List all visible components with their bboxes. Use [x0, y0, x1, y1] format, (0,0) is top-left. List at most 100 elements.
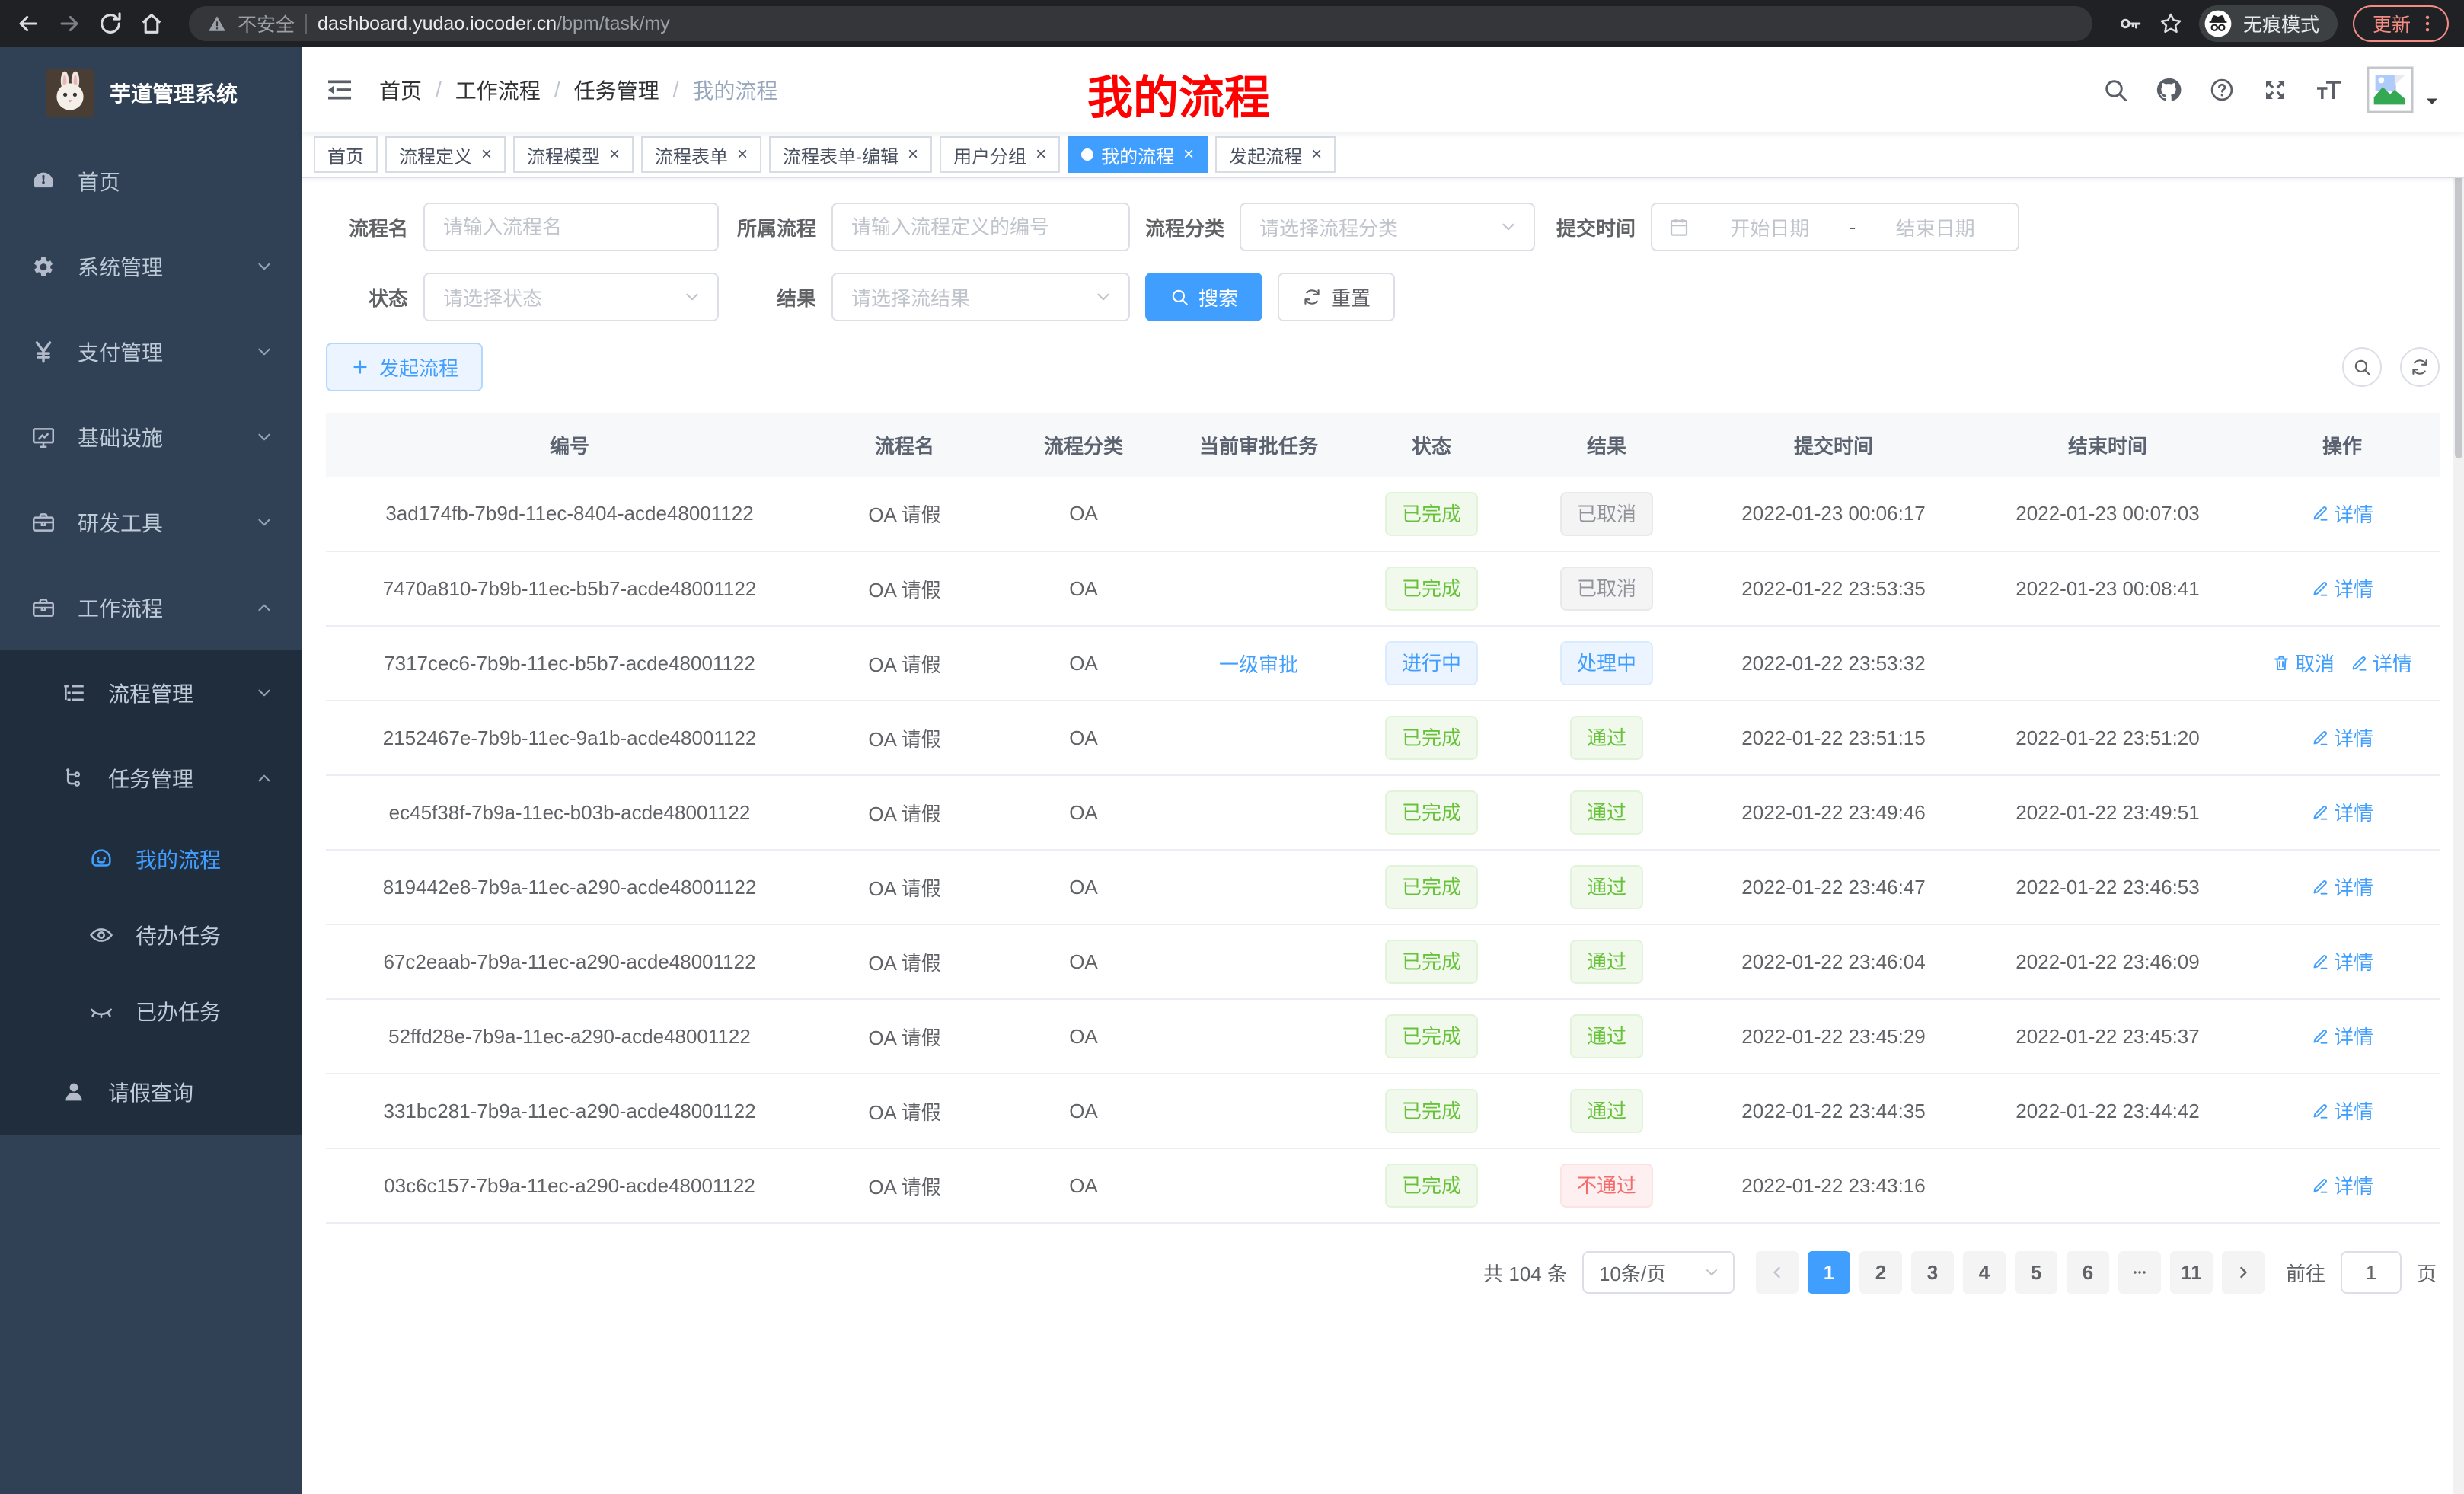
cancel-action-link[interactable]: 取消: [2272, 649, 2335, 677]
page-button-1[interactable]: 1: [1808, 1251, 1850, 1294]
tab-home[interactable]: 首页: [314, 136, 378, 173]
cell-result: 通过: [1517, 850, 1696, 924]
fullscreen-icon[interactable]: [2261, 76, 2289, 104]
page-button-11[interactable]: 11: [2170, 1251, 2213, 1294]
next-page-button[interactable]: [2222, 1251, 2265, 1294]
sidebar-item-infrastructure[interactable]: 基础设施: [0, 394, 302, 480]
detail-action-link[interactable]: 详情: [2311, 1171, 2373, 1199]
start-process-button[interactable]: 发起流程: [326, 343, 483, 391]
user-avatar[interactable]: [2367, 66, 2441, 113]
cell-end-time: 2022-01-22 23:46:09: [1971, 924, 2245, 999]
browser-reload-icon[interactable]: [97, 11, 123, 37]
search-button[interactable]: 搜索: [1145, 273, 1262, 321]
detail-action-link[interactable]: 详情: [2350, 649, 2412, 677]
tab-process-model[interactable]: 流程模型×: [513, 136, 634, 173]
tab-start-process[interactable]: 发起流程×: [1215, 136, 1336, 173]
sidebar-item-todo-tasks[interactable]: 待办任务: [0, 897, 302, 973]
show-search-button[interactable]: [2342, 347, 2382, 387]
page-button-6[interactable]: 6: [2067, 1251, 2109, 1294]
close-tab-icon[interactable]: ×: [737, 145, 748, 164]
sidebar-item-payment-management[interactable]: 支付管理: [0, 309, 302, 394]
close-tab-icon[interactable]: ×: [908, 145, 918, 164]
action-label: 详情: [2334, 574, 2373, 602]
current-task-link[interactable]: 一级审批: [1219, 653, 1298, 676]
parent-process-input[interactable]: [831, 203, 1130, 251]
action-label: 详情: [2334, 1022, 2373, 1050]
page-button-4[interactable]: 4: [1963, 1251, 2006, 1294]
cell-category: OA: [996, 701, 1171, 775]
page-size-select[interactable]: 10条/页: [1582, 1251, 1735, 1294]
detail-action-link[interactable]: 详情: [2311, 574, 2373, 602]
close-tab-icon[interactable]: ×: [481, 145, 492, 164]
detail-action-link[interactable]: 详情: [2311, 723, 2373, 752]
detail-action-link[interactable]: 详情: [2311, 500, 2373, 528]
brand-title: 芋道管理系统: [110, 78, 238, 108]
tab-process-form[interactable]: 流程表单×: [641, 136, 761, 173]
page-scrollbar[interactable]: [2453, 47, 2464, 1494]
detail-action-link[interactable]: 详情: [2311, 798, 2373, 826]
sidebar-item-task-management[interactable]: 任务管理: [0, 736, 302, 821]
cell-process-name: OA 请假: [813, 626, 996, 701]
close-tab-icon[interactable]: ×: [1311, 145, 1322, 164]
tab-process-form-edit[interactable]: 流程表单-编辑×: [769, 136, 932, 173]
browser-home-icon[interactable]: [139, 11, 164, 37]
browser-forward-icon[interactable]: [56, 11, 82, 37]
refresh-table-button[interactable]: [2400, 347, 2440, 387]
more-pages-button[interactable]: [2118, 1251, 2161, 1294]
category-select[interactable]: 请选择流程分类: [1240, 203, 1535, 251]
incognito-icon: [2204, 9, 2233, 38]
browser-back-icon[interactable]: [15, 11, 41, 37]
kebab-menu-icon[interactable]: [2417, 13, 2438, 34]
tab-user-group[interactable]: 用户分组×: [940, 136, 1060, 173]
detail-action-link[interactable]: 详情: [2311, 947, 2373, 975]
sidebar-item-my-process[interactable]: 我的流程: [0, 821, 302, 897]
question-icon[interactable]: [2208, 76, 2236, 104]
edit-icon: [2311, 878, 2329, 896]
sidebar-item-leave-query[interactable]: 请假查询: [0, 1049, 302, 1135]
status-badge: 已完成: [1385, 940, 1478, 984]
page-button-2[interactable]: 2: [1859, 1251, 1902, 1294]
key-icon[interactable]: [2117, 11, 2143, 37]
cell-current-task: [1171, 1148, 1346, 1223]
page-button-3[interactable]: 3: [1911, 1251, 1954, 1294]
edit-icon: [2311, 504, 2329, 522]
cell-end-time: 2022-01-22 23:46:53: [1971, 850, 2245, 924]
breadcrumb-item[interactable]: 工作流程: [455, 75, 541, 105]
hamburger-icon[interactable]: [324, 75, 355, 105]
update-button[interactable]: 更新: [2353, 5, 2449, 42]
tab-my-process[interactable]: 我的流程×: [1068, 136, 1208, 173]
address-bar[interactable]: 不安全 dashboard.yudao.iocoder.cn/bpm/task/…: [189, 6, 2092, 41]
textsize-icon[interactable]: [2315, 76, 2342, 104]
bookmark-star-icon[interactable]: [2158, 11, 2184, 37]
table-row: 819442e8-7b9a-11ec-a290-acde48001122OA 请…: [326, 850, 2440, 924]
result-select[interactable]: 请选择流结果: [831, 273, 1130, 321]
detail-action-link[interactable]: 详情: [2311, 873, 2373, 901]
sidebar-item-system-management[interactable]: 系统管理: [0, 224, 302, 309]
sidebar-item-home[interactable]: 首页: [0, 139, 302, 224]
github-icon[interactable]: [2155, 76, 2182, 104]
cell-end-time: 2022-01-23 00:08:41: [1971, 551, 2245, 626]
submit-time-range-picker[interactable]: 开始日期 - 结束日期: [1651, 203, 2019, 251]
goto-page-input[interactable]: [2341, 1251, 2402, 1294]
breadcrumb-item[interactable]: 任务管理: [574, 75, 659, 105]
pager: 123456 11: [1756, 1251, 2265, 1294]
status-select[interactable]: 请选择状态: [423, 273, 719, 321]
detail-action-link[interactable]: 详情: [2311, 1022, 2373, 1050]
sidebar-item-workflow[interactable]: 工作流程: [0, 565, 302, 650]
breadcrumb-item[interactable]: 首页: [379, 75, 422, 105]
cell-status: 进行中: [1346, 626, 1517, 701]
sidebar-item-process-management[interactable]: 流程管理: [0, 650, 302, 736]
close-tab-icon[interactable]: ×: [1036, 145, 1046, 164]
reset-button[interactable]: 重置: [1278, 273, 1395, 321]
prev-page-button[interactable]: [1756, 1251, 1799, 1294]
sidebar-item-done-tasks[interactable]: 已办任务: [0, 973, 302, 1049]
close-tab-icon[interactable]: ×: [1183, 145, 1194, 164]
tab-process-definition[interactable]: 流程定义×: [385, 136, 506, 173]
brand[interactable]: 芋道管理系统: [0, 47, 302, 139]
search-icon[interactable]: [2102, 76, 2129, 104]
page-button-5[interactable]: 5: [2015, 1251, 2057, 1294]
process-name-input[interactable]: [423, 203, 719, 251]
close-tab-icon[interactable]: ×: [609, 145, 620, 164]
sidebar-item-dev-tools[interactable]: 研发工具: [0, 480, 302, 565]
detail-action-link[interactable]: 详情: [2311, 1097, 2373, 1125]
